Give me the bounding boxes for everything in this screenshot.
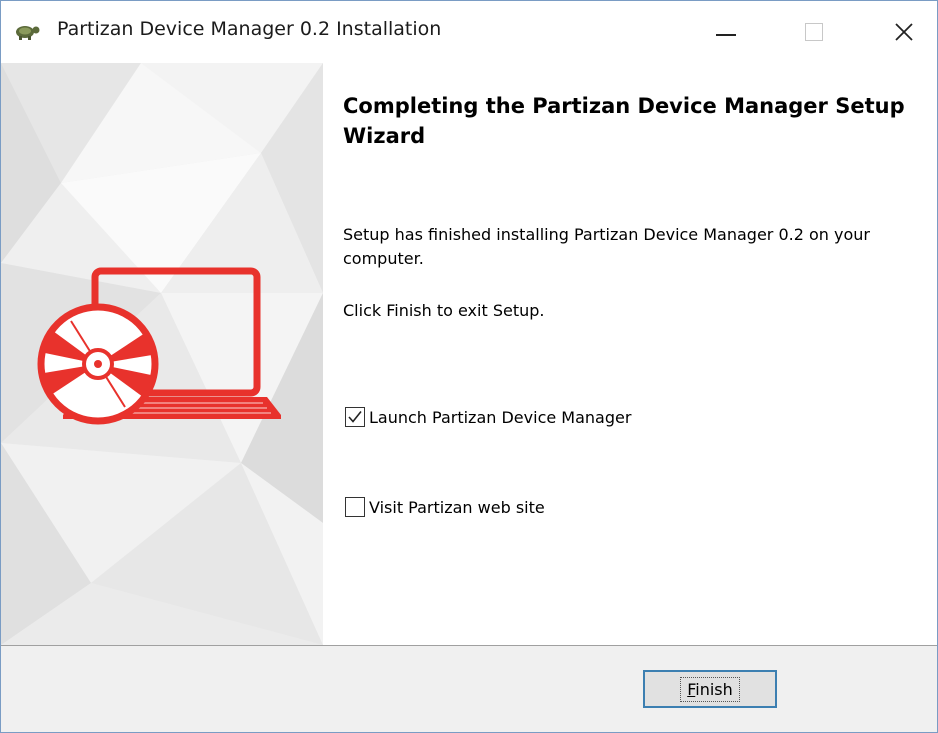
- window-title: Partizan Device Manager 0.2 Installation: [57, 18, 442, 40]
- close-button[interactable]: [871, 1, 937, 63]
- visit-website-label: Visit Partizan web site: [369, 497, 545, 517]
- title-bar[interactable]: Partizan Device Manager 0.2 Installation: [1, 1, 937, 63]
- checkmark-icon: [348, 411, 362, 423]
- minimize-button[interactable]: [693, 1, 759, 63]
- exit-instruction: Click Finish to exit Setup.: [343, 301, 545, 320]
- page-title: Completing the Partizan Device Manager S…: [343, 94, 905, 148]
- launch-app-checkbox[interactable]: [345, 407, 365, 427]
- laptop-disc-icon: [37, 267, 281, 425]
- app-icon: [14, 21, 42, 41]
- visit-website-option[interactable]: Visit Partizan web site: [345, 497, 545, 517]
- launch-app-label: Launch Partizan Device Manager: [369, 407, 632, 427]
- finish-button[interactable]: Finish: [643, 670, 777, 708]
- finish-button-label: Finish: [680, 676, 740, 702]
- wizard-content: Completing the Partizan Device Manager S…: [323, 63, 937, 645]
- finished-message: Setup has finished installing Partizan D…: [343, 225, 870, 268]
- installer-window: Partizan Device Manager 0.2 Installation: [0, 0, 938, 733]
- launch-app-option[interactable]: Launch Partizan Device Manager: [345, 407, 631, 427]
- wizard-banner: [1, 63, 323, 645]
- minimize-icon: [716, 34, 736, 36]
- close-icon: [895, 23, 913, 41]
- maximize-button[interactable]: [781, 1, 847, 63]
- visit-website-checkbox[interactable]: [345, 497, 365, 517]
- button-bar: Finish: [1, 645, 937, 732]
- maximize-icon: [805, 23, 823, 41]
